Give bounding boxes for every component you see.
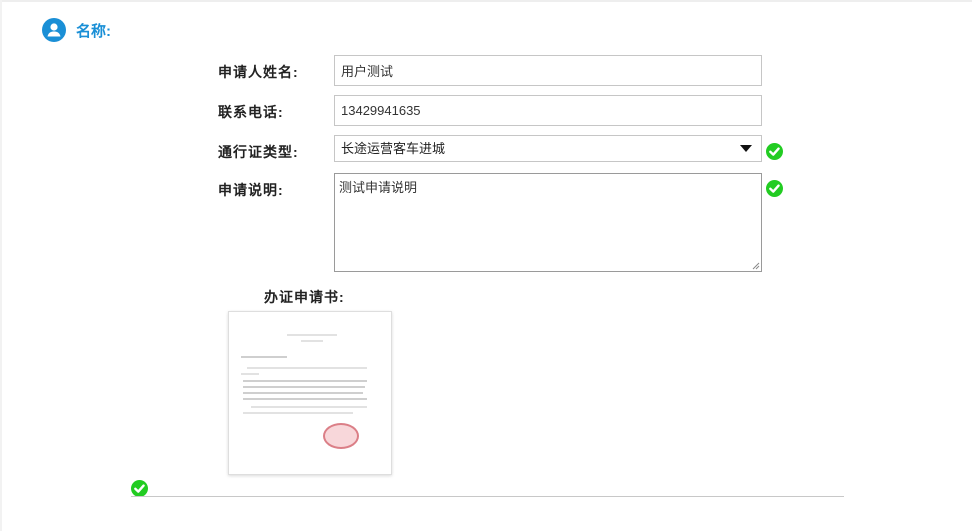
description-text: 测试申请说明 [339,180,418,195]
top-border [0,0,972,2]
user-circle-icon [42,18,66,42]
pass-type-label: 通行证类型: [218,144,299,160]
phone-label: 联系电话: [218,104,284,120]
certificate-label: 办证申请书: [264,289,345,305]
certificate-thumbnail[interactable] [228,311,392,475]
left-border [0,0,2,531]
applicant-name-label: 申请人姓名: [218,64,299,80]
stamp-seal [323,423,359,449]
check-circle-icon [131,480,148,497]
section-divider [131,496,844,497]
section-header: 名称: [42,18,111,42]
check-circle-icon [766,180,783,197]
pass-type-selected-value: 长途运营客车进城 [341,141,446,156]
resize-handle-icon[interactable] [752,262,760,270]
check-circle-icon [766,143,783,160]
dropdown-arrow-icon [740,145,752,152]
phone-input[interactable] [334,95,762,126]
section-title: 名称: [76,22,111,40]
description-textarea[interactable]: 测试申请说明 [334,173,762,272]
description-label: 申请说明: [218,182,284,198]
pass-type-select[interactable]: 长途运营客车进城 [334,135,762,162]
applicant-name-input[interactable] [334,55,762,86]
